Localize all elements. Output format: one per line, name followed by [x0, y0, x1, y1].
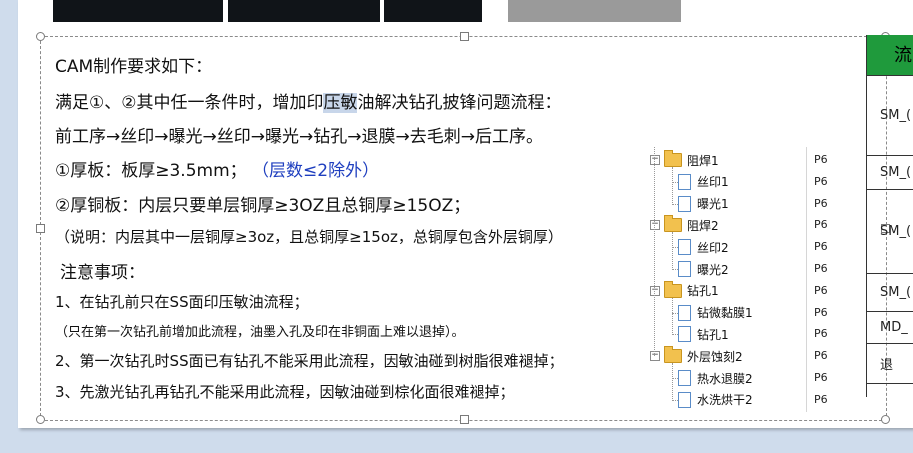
- document-icon: [678, 304, 691, 321]
- resize-handle-bottom-left[interactable]: [36, 415, 45, 424]
- table-cell-text: SM_(: [880, 224, 912, 239]
- condition-line: 满足①、②其中任一条件时，增加印压敏油解决钻孔披锋问题流程：: [55, 88, 561, 113]
- tree-node-label: 阻焊1: [687, 153, 719, 168]
- document-icon: [678, 326, 691, 343]
- collapse-toggle-icon[interactable]: −: [650, 220, 660, 231]
- image-thumbnail-middle[interactable]: [228, 0, 380, 22]
- document-icon: [678, 173, 691, 190]
- tree-node-page: P6: [814, 196, 828, 210]
- tree-connector: [672, 363, 673, 401]
- document-icon: [678, 370, 691, 386]
- process-tree-image: − 阻焊1 P6 丝印1 P6 曝光1 P6 − 阻焊2 P6 丝印2 P6 曝光2 P6 − 钻孔1 P6 钻微…: [650, 147, 840, 412]
- image-thumbnail-left[interactable]: [53, 0, 223, 22]
- thick-board-text: ①厚板：板厚≥3.5mm；: [55, 161, 247, 181]
- folder-icon: [664, 346, 682, 364]
- table-row[interactable]: SM_(: [867, 274, 913, 312]
- folder-icon: [664, 280, 682, 298]
- thick-copper-line: ②厚铜板：内层只要单层铜厚≥3OZ且总铜厚≥15OZ；: [55, 196, 471, 216]
- folder-icon: [664, 150, 682, 167]
- resize-handle-top-left[interactable]: [36, 32, 45, 41]
- tree-node-label: 丝印1: [697, 175, 729, 190]
- tree-leaf-node[interactable]: 钻孔1: [678, 325, 729, 343]
- tree-folder-node[interactable]: − 阻焊2: [650, 215, 719, 234]
- document-icon: [678, 195, 691, 212]
- resize-handle-bottom-center[interactable]: [460, 415, 469, 424]
- tree-node-page: P6: [814, 392, 828, 406]
- tree-node-label: 钻孔1: [697, 327, 729, 342]
- process-table-partial: 流 SM_( SM_( SM_( SM_( MD_ 退: [866, 35, 913, 397]
- tree-connector: [672, 232, 673, 270]
- tree-node-page: P6: [814, 371, 828, 384]
- tree-connector: [672, 167, 673, 205]
- tree-node-label: 丝印2: [697, 240, 729, 255]
- tree-node-page: P6: [814, 305, 828, 319]
- table-cell-text: SM_(: [880, 285, 912, 300]
- table-row[interactable]: SM_(: [867, 190, 913, 274]
- thick-board-line: ①厚板：板厚≥3.5mm； （层数≤2除外）: [55, 156, 379, 181]
- note-1: 1、在钻孔前只在SS面印压敏油流程；: [55, 293, 309, 311]
- tree-node-label: 阻焊2: [687, 218, 719, 233]
- notes-title: 注意事项：: [60, 263, 145, 283]
- tree-node-page: P6: [814, 240, 828, 254]
- tree-leaf-node[interactable]: 热水退膜2: [678, 369, 753, 387]
- tree-folder-node[interactable]: − 钻孔1: [650, 280, 719, 300]
- tree-leaf-node[interactable]: 曝光1: [678, 195, 729, 213]
- tree-leaf-node[interactable]: 丝印1: [678, 173, 729, 191]
- tree-node-label: 热水退膜2: [697, 371, 753, 386]
- note-3: 3、先激光钻孔再钻孔不能采用此流程，因敏油碰到棕化面很难褪掉；: [55, 383, 515, 401]
- image-thumbnail-right[interactable]: [384, 0, 482, 22]
- tree-node-page: P6: [814, 283, 828, 297]
- tree-node-page: P6: [814, 327, 828, 341]
- tree-node-page: P6: [814, 349, 828, 363]
- document-icon: [678, 239, 691, 256]
- tree-node-label: 水洗烘干2: [697, 393, 753, 408]
- tree-leaf-node[interactable]: 钻微黏膜1: [678, 304, 753, 322]
- tree-folder-node[interactable]: − 阻焊1: [650, 150, 719, 169]
- collapse-toggle-icon[interactable]: −: [650, 285, 660, 296]
- layer-exception-text: （层数≤2除外）: [252, 161, 380, 181]
- collapse-toggle-icon[interactable]: −: [650, 351, 660, 362]
- tree-leaf-node[interactable]: 水洗烘干2: [678, 391, 753, 409]
- explanation-line: （说明：内层其中一层铜厚≥3oz，且总铜厚≥15oz，总铜厚包含外层铜厚）: [55, 228, 563, 246]
- note-1-sub: （只在第一次钻孔前增加此流程，油墨入孔及印在非铜面上难以退掉）。: [55, 325, 465, 340]
- tree-node-label: 曝光1: [697, 197, 729, 212]
- tree-leaf-node[interactable]: 曝光2: [678, 260, 729, 278]
- process-flow-line: 前工序→丝印→曝光→丝印→曝光→钻孔→退膜→去毛刺→后工序。: [55, 127, 543, 147]
- table-row[interactable]: SM_(: [867, 76, 913, 156]
- table-cell-text: MD_: [880, 320, 908, 335]
- table-cell-text: SM_(: [880, 165, 912, 180]
- resize-handle-top-center[interactable]: [460, 32, 469, 41]
- document-icon: [678, 261, 691, 277]
- tree-node-label: 钻微黏膜1: [697, 306, 753, 321]
- highlighted-text: 压敏: [323, 93, 358, 113]
- collapse-toggle-icon[interactable]: −: [650, 155, 660, 165]
- condition-text-post: 油解决钻孔披锋问题流程：: [357, 93, 562, 113]
- table-row[interactable]: SM_(: [867, 156, 913, 190]
- tree-node-page: P6: [814, 218, 828, 232]
- tree-node-label: 外层蚀刻2: [687, 349, 743, 364]
- tree-node-page: P6: [814, 262, 828, 275]
- tree-folder-node[interactable]: − 外层蚀刻2: [650, 346, 743, 365]
- table-row[interactable]: 退: [867, 344, 913, 384]
- tree-connector: [672, 297, 673, 336]
- table-cell-text: 退: [880, 358, 894, 373]
- condition-text-pre: 满足①、②其中任一条件时，增加印: [55, 93, 324, 113]
- tree-node-page: P6: [814, 174, 828, 188]
- folder-icon: [664, 215, 682, 233]
- image-thumbnail-grey[interactable]: [508, 0, 681, 22]
- document-icon: [678, 391, 691, 408]
- heading-text: CAM制作要求如下：: [55, 57, 213, 77]
- tree-node-page: P6: [814, 153, 828, 166]
- note-2: 2、第一次钻孔时SS面已有钻孔不能采用此流程，因敏油碰到树脂很难褪掉；: [55, 352, 564, 370]
- resize-handle-bottom-right[interactable]: [881, 415, 890, 424]
- tree-leaf-node[interactable]: 丝印2: [678, 238, 729, 256]
- table-cell-text: SM_(: [880, 108, 912, 123]
- tree-node-label: 钻孔1: [687, 284, 719, 299]
- tree-connector: [654, 147, 655, 357]
- table-row[interactable]: MD_: [867, 312, 913, 344]
- tree-column-divider: [806, 147, 807, 412]
- table-header-cell: 流: [867, 35, 913, 76]
- resize-handle-middle-left[interactable]: [36, 224, 45, 233]
- tree-node-label: 曝光2: [697, 262, 729, 277]
